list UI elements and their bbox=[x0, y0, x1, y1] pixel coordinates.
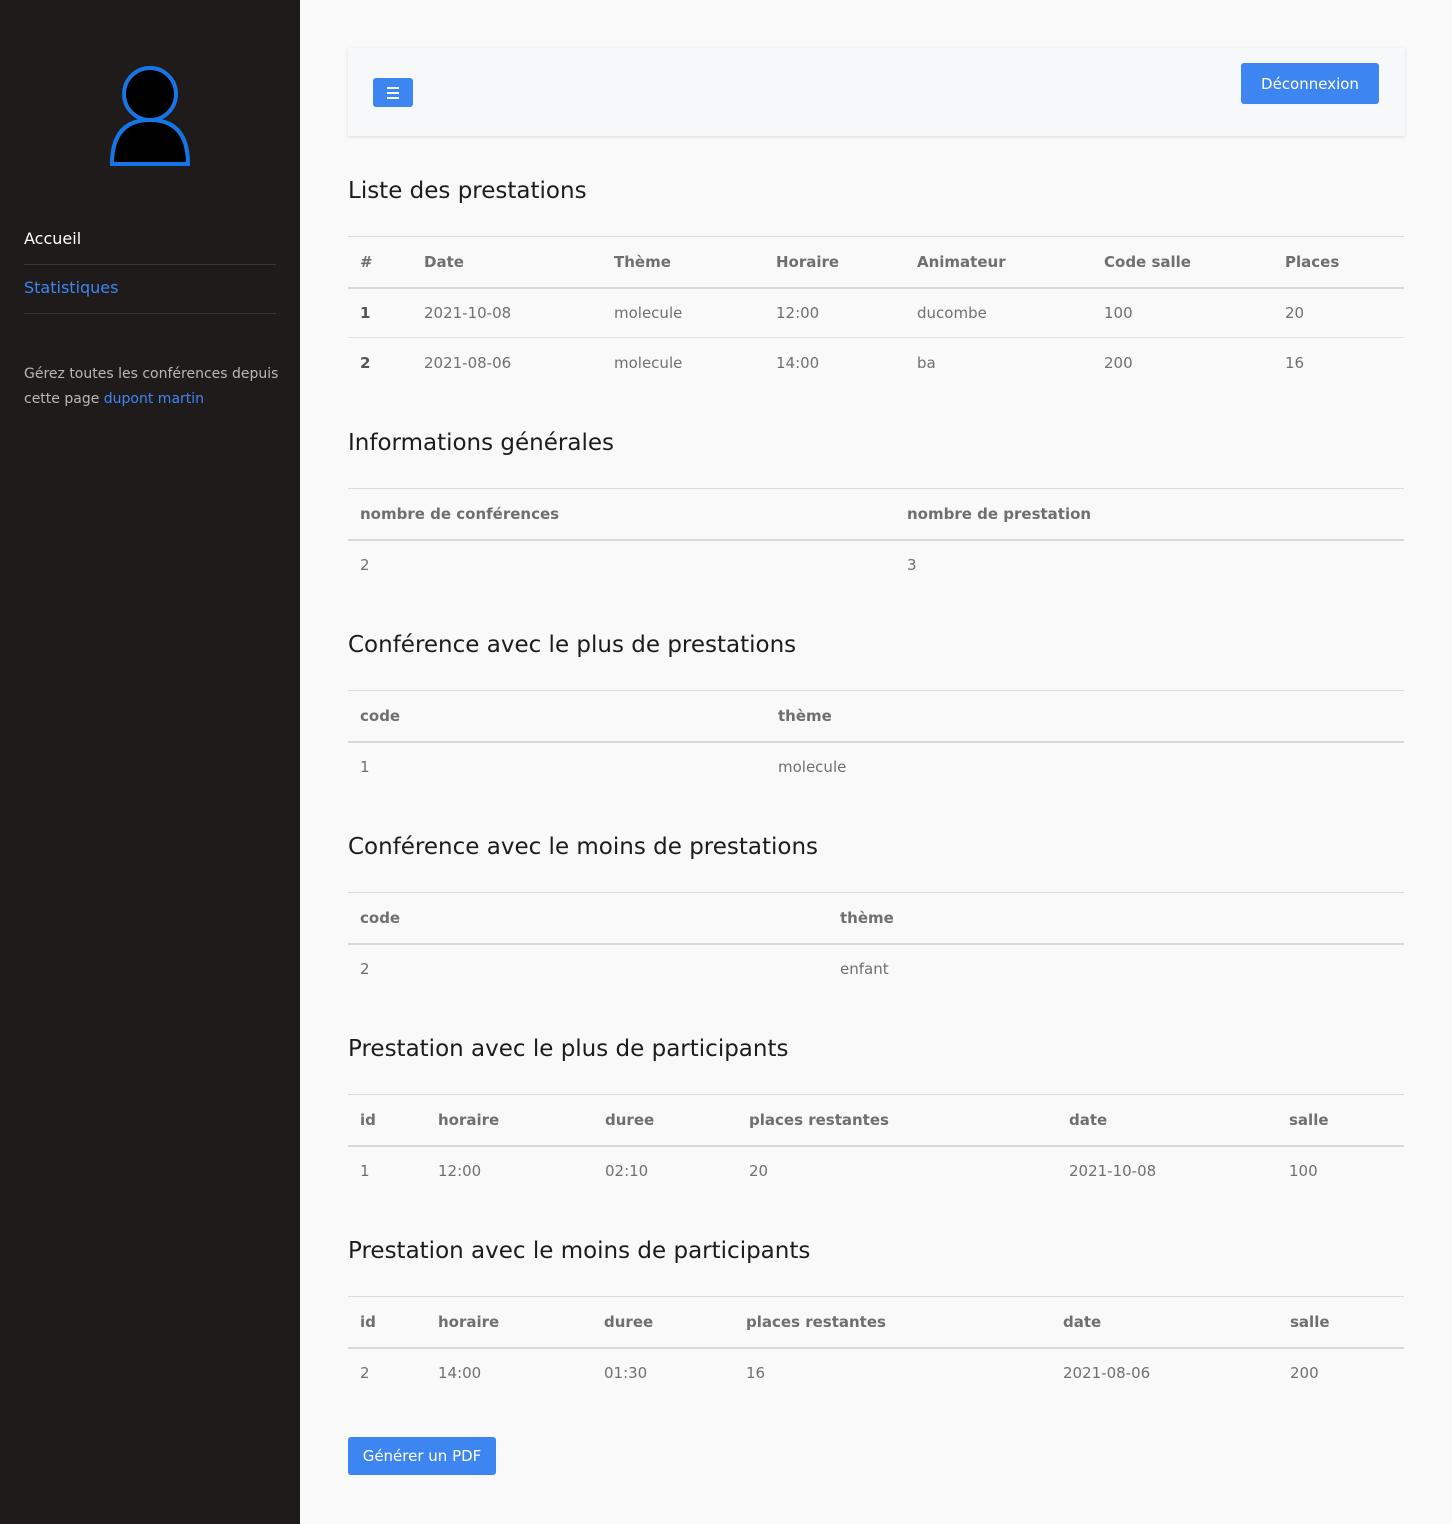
column-header: salle bbox=[1278, 1296, 1404, 1349]
table-header-row: id horaire duree places restantes date salle bbox=[348, 1296, 1404, 1349]
table-row: 1 2021-10-08 molecule 12:00 ducombe 100 20 bbox=[348, 287, 1404, 338]
table-cell: 16 bbox=[746, 1364, 766, 1382]
user-name: dupont martin bbox=[103, 391, 205, 407]
column-header: Places bbox=[1273, 236, 1404, 289]
table-cell: 1 bbox=[360, 1162, 370, 1180]
column-header: id bbox=[348, 1296, 426, 1349]
table-cell: molecule bbox=[602, 287, 764, 338]
column-header: salle bbox=[1277, 1094, 1404, 1147]
table-cell: molecule bbox=[614, 353, 683, 372]
sidebar-note: Gérez toutes les conférences depuis cett… bbox=[24, 362, 284, 412]
table-cell: 12:00 bbox=[438, 1162, 482, 1180]
hamburger-icon bbox=[387, 87, 399, 89]
table-cell: 1 bbox=[348, 287, 412, 338]
column-header: # bbox=[348, 236, 412, 289]
table-cell: 100 bbox=[1289, 1162, 1318, 1180]
table-cell: enfant bbox=[840, 960, 889, 978]
conf-moins-table: code thème 2 enfant bbox=[348, 892, 1404, 994]
logout-button[interactable]: Déconnexion bbox=[1241, 63, 1379, 104]
table-header-row: code thème bbox=[348, 690, 1404, 743]
column-header: duree bbox=[593, 1094, 737, 1147]
section-title-infos: Informations générales bbox=[348, 430, 614, 456]
nav-accueil[interactable]: Accueil bbox=[24, 216, 276, 265]
generate-pdf-button[interactable]: Générer un PDF bbox=[348, 1437, 496, 1475]
table-row: 2 2021-08-06 molecule 14:00 ba 200 16 bbox=[348, 338, 1404, 388]
table-row: 1 molecule bbox=[348, 742, 1404, 792]
column-header: places restantes bbox=[734, 1296, 1051, 1349]
table-cell: ba bbox=[917, 353, 936, 372]
top-navbar: Déconnexion bbox=[348, 48, 1405, 136]
sidebar-nav: Accueil Statistiques bbox=[24, 216, 276, 314]
column-header: horaire bbox=[426, 1094, 593, 1147]
table-cell: 2021-10-08 bbox=[412, 287, 602, 338]
table-cell: 2 bbox=[360, 556, 370, 574]
table-header-row: code thème bbox=[348, 892, 1404, 945]
table-cell: 200 bbox=[1104, 353, 1133, 372]
table-header-row: # Date Thème Horaire Animateur Code salle Plac… bbox=[348, 236, 1404, 289]
infos-table: nombre de conférences nombre de prestatio… bbox=[348, 488, 1404, 590]
column-header: Date bbox=[412, 236, 602, 289]
table-cell: ducombe bbox=[905, 287, 1092, 338]
section-title-prestations: Liste des prestations bbox=[348, 178, 587, 204]
table-cell: 01:30 bbox=[604, 1364, 648, 1382]
table-cell: 2021-10-08 bbox=[1069, 1162, 1157, 1180]
table-header-row: id horaire duree places restantes date salle bbox=[348, 1094, 1404, 1147]
table-cell: 12:00 bbox=[764, 287, 905, 338]
table-cell: 14:00 bbox=[438, 1364, 482, 1382]
section-title-conf-moins: Conférence avec le moins de prestations bbox=[348, 834, 819, 860]
table-cell: 2 bbox=[360, 1364, 370, 1382]
table-cell: 16 bbox=[1285, 353, 1305, 372]
hamburger-icon bbox=[387, 92, 399, 94]
table-cell: 2 bbox=[360, 353, 371, 372]
column-header: Thème bbox=[602, 236, 764, 289]
sidebar: Accueil Statistiques Gérez toutes les co… bbox=[0, 0, 300, 1524]
column-header: thème bbox=[766, 690, 1404, 743]
table-cell: 1 bbox=[360, 758, 370, 776]
table-cell: molecule bbox=[778, 758, 847, 776]
table-cell: 2021-08-06 bbox=[424, 353, 512, 372]
section-title-presta-plus: Prestation avec le plus de participants bbox=[348, 1036, 789, 1062]
presta-moins-table: id horaire duree places restantes date salle … bbox=[348, 1296, 1404, 1398]
table-cell: 14:00 bbox=[776, 353, 820, 372]
table-cell: 2 bbox=[360, 960, 370, 978]
table-header-row: nombre de conférences nombre de prestatio… bbox=[348, 488, 1404, 541]
column-header: code bbox=[348, 690, 766, 743]
table-cell: 20 bbox=[1273, 287, 1404, 338]
user-avatar-icon bbox=[110, 66, 190, 166]
conf-plus-table: code thème 1 molecule bbox=[348, 690, 1404, 792]
table-cell: 200 bbox=[1290, 1364, 1319, 1382]
table-row: 2 enfant bbox=[348, 944, 1404, 994]
column-header: horaire bbox=[426, 1296, 592, 1349]
hamburger-icon bbox=[387, 97, 399, 99]
prestations-table: # Date Thème Horaire Animateur Code salle Plac… bbox=[348, 236, 1404, 388]
column-header: code bbox=[348, 892, 828, 945]
column-header: id bbox=[348, 1094, 426, 1147]
section-title-presta-moins: Prestation avec le moins de participants bbox=[348, 1238, 811, 1264]
column-header: date bbox=[1051, 1296, 1278, 1349]
presta-plus-table: id horaire duree places restantes date salle … bbox=[348, 1094, 1404, 1196]
table-row: 2 14:00 01:30 16 2021-08-06 200 bbox=[348, 1348, 1404, 1398]
column-header: places restantes bbox=[737, 1094, 1057, 1147]
column-header: Horaire bbox=[764, 236, 905, 289]
column-header: thème bbox=[828, 892, 1404, 945]
table-cell: 02:10 bbox=[605, 1162, 649, 1180]
table-row: 1 12:00 02:10 20 2021-10-08 100 bbox=[348, 1146, 1404, 1196]
column-header: date bbox=[1057, 1094, 1277, 1147]
nav-statistiques[interactable]: Statistiques bbox=[24, 265, 276, 314]
column-header: duree bbox=[592, 1296, 734, 1349]
table-cell: 20 bbox=[749, 1162, 769, 1180]
column-header: nombre de prestation bbox=[895, 488, 1404, 541]
sidebar-toggle-button[interactable] bbox=[373, 78, 413, 107]
column-header: Animateur bbox=[905, 236, 1092, 289]
section-title-conf-plus: Conférence avec le plus de prestations bbox=[348, 632, 797, 658]
column-header: Code salle bbox=[1092, 236, 1273, 289]
table-cell: 2021-08-06 bbox=[1063, 1364, 1151, 1382]
table-row: 23 bbox=[348, 540, 1404, 590]
table-cell: 100 bbox=[1092, 287, 1273, 338]
table-cell: 3 bbox=[907, 556, 917, 574]
column-header: nombre de conférences bbox=[348, 488, 895, 541]
